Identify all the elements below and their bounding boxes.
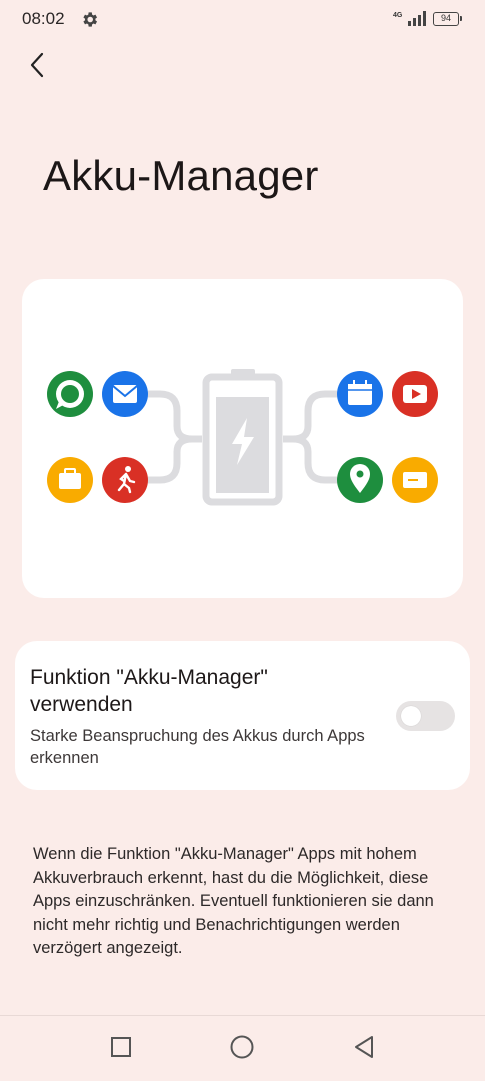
battery-manager-illustration <box>47 369 438 506</box>
navigation-bar <box>0 1015 485 1081</box>
page-title: Akku-Manager <box>43 152 319 199</box>
location-icon <box>337 457 383 503</box>
mail-icon <box>102 371 148 417</box>
setting-subtitle: Starke Beanspruchung des Akkus durch App… <box>30 727 365 767</box>
status-bar: 08:02 4G 94 <box>0 0 485 40</box>
home-icon <box>229 1034 255 1065</box>
back-triangle-icon <box>353 1035 375 1064</box>
back-button[interactable] <box>20 50 54 84</box>
network-type-label: 4G <box>393 12 403 19</box>
description-text: Wenn die Funktion "Akku-Manager" Apps mi… <box>33 845 434 957</box>
home-button[interactable] <box>227 1034 257 1064</box>
message-icon <box>47 371 93 417</box>
back-nav-button[interactable] <box>349 1034 379 1064</box>
setting-title: Funktion "Akku-Manager" verwenden <box>30 666 268 716</box>
battery-icon: 94 <box>433 12 462 26</box>
briefcase-icon <box>47 457 93 503</box>
status-time: 08:02 <box>22 9 65 28</box>
recent-apps-icon <box>110 1036 132 1063</box>
toggle-knob <box>401 706 421 726</box>
video-icon <box>392 371 438 417</box>
signal-icon <box>407 11 427 31</box>
battery-manager-setting[interactable]: Funktion "Akku-Manager" verwenden Starke… <box>15 641 470 790</box>
running-icon <box>102 457 148 503</box>
calendar-icon <box>337 371 383 417</box>
recent-apps-button[interactable] <box>106 1034 136 1064</box>
illustration-card <box>22 279 463 598</box>
gear-icon <box>80 10 99 34</box>
battery-manager-toggle[interactable] <box>396 701 455 731</box>
battery-level: 94 <box>440 13 451 23</box>
battery-graphic <box>202 369 283 506</box>
chevron-left-icon <box>28 52 46 83</box>
ticket-icon <box>392 457 438 503</box>
